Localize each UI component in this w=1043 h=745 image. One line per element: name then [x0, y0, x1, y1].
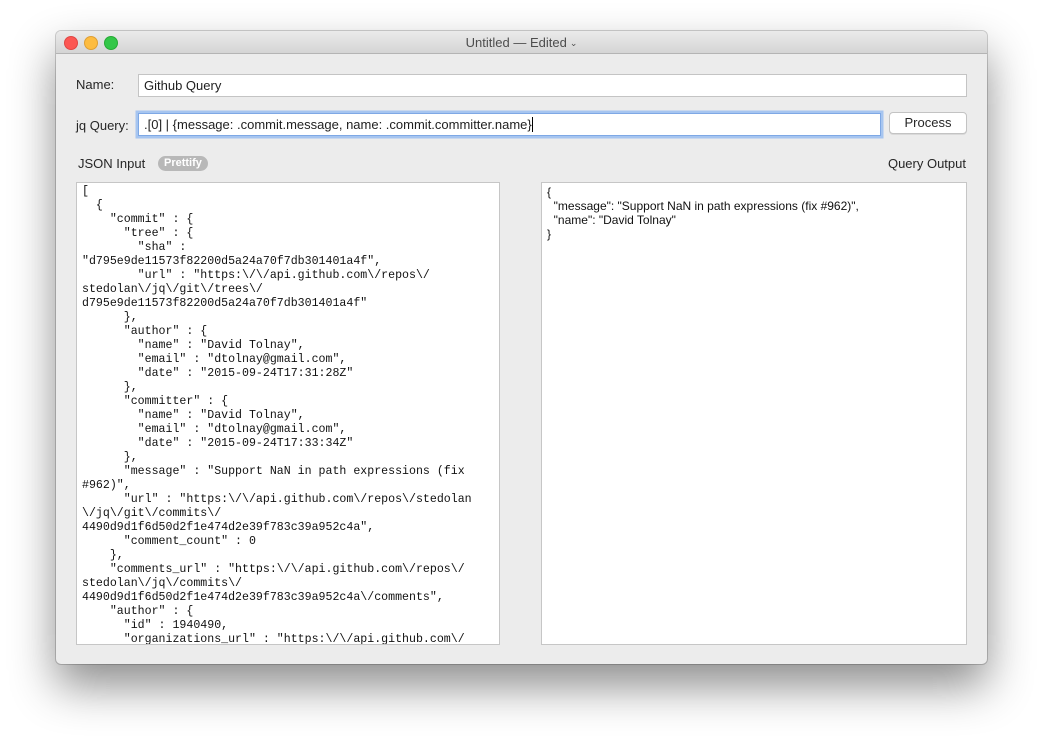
json-input-line: 4490d9d1f6d50d2f1e474d2e39f783c39a952c4a… [82, 591, 444, 604]
json-input-line: "d795e9de11573f82200d5a24a70f7db301401a4… [82, 255, 382, 268]
query-output-view[interactable]: { "message": "Support NaN in path expres… [541, 182, 967, 645]
json-input-line: "email" : "dtolnay@gmail.com", [82, 423, 347, 436]
json-input-line: "url" : "https:\/\/api.github.com\/repos… [82, 269, 430, 282]
query-output-line: "message": "Support NaN in path expressi… [547, 199, 859, 213]
json-input-line: "email" : "dtolnay@gmail.com", [82, 353, 347, 366]
json-input-line: d795e9de11573f82200d5a24a70f7db301401a4f… [82, 297, 368, 310]
json-input-line: "comments_url" : "https:\/\/api.github.c… [82, 563, 465, 576]
json-input-line: "tree" : { [82, 227, 194, 240]
json-input-editor[interactable]: [ { "commit" : { "tree" : { "sha" : "d795… [76, 182, 500, 645]
json-input-line: "message" : "Support NaN in path express… [82, 465, 465, 478]
json-input-label: JSON Input [78, 156, 146, 171]
jq-query-label: jq Query: [76, 118, 129, 133]
json-input-line: }, [82, 549, 124, 562]
chevron-down-icon[interactable]: ⌄ [570, 38, 578, 48]
title-bar[interactable]: Untitled — Edited ⌄ [56, 31, 987, 54]
text-caret [531, 117, 533, 132]
json-input-line: "date" : "2015-09-24T17:33:34Z" [82, 437, 354, 450]
title-separator: — [513, 35, 527, 50]
json-input-line: }, [82, 451, 138, 464]
json-input-line: stedolan\/jq\/git\/trees\/ [82, 283, 263, 296]
json-input-line: "date" : "2015-09-24T17:31:28Z" [82, 367, 354, 380]
name-field[interactable]: Github Query [138, 74, 967, 97]
query-output-text: { "message": "Support NaN in path expres… [542, 183, 966, 243]
json-input-line: "name" : "David Tolnay", [82, 409, 305, 422]
json-input-line: "id" : 1940490, [82, 619, 229, 632]
json-input-line: "url" : "https:\/\/api.github.com\/repos… [82, 493, 472, 506]
json-input-line: "comment_count" : 0 [82, 535, 256, 548]
query-output-line: { [547, 185, 552, 199]
query-output-label: Query Output [887, 156, 966, 171]
json-input-text: [ { "commit" : { "tree" : { "sha" : "d795… [77, 183, 499, 645]
json-input-line: "commit" : { [82, 213, 194, 226]
query-output-line: } [547, 227, 552, 241]
json-input-line: "author" : { [82, 325, 208, 338]
prettify-button[interactable]: Prettify [158, 156, 208, 171]
json-input-line: [ [82, 185, 89, 198]
window-title[interactable]: Untitled — Edited ⌄ [56, 35, 987, 50]
process-button[interactable]: Process [889, 112, 967, 134]
jq-query-field[interactable]: .[0] | {message: .commit.message, name: … [138, 113, 881, 136]
json-input-line: 4490d9d1f6d50d2f1e474d2e39f783c39a952c4a… [82, 521, 375, 534]
json-input-line: }, [82, 381, 138, 394]
json-input-line: #962)", [82, 479, 131, 492]
name-label: Name: [76, 77, 115, 92]
json-input-line: "author" : { [82, 605, 194, 618]
json-input-line: "organizations_url" : "https:\/\/api.git… [82, 633, 465, 645]
json-input-line: \/jq\/git\/commits\/ [82, 507, 222, 520]
json-input-line: { [82, 199, 103, 212]
json-input-line: "name" : "David Tolnay", [82, 339, 305, 352]
json-input-line: "committer" : { [82, 395, 229, 408]
app-window: Untitled — Edited ⌄ Name: Github Query jq… [56, 31, 987, 664]
query-output-line: "name": "David Tolnay" [547, 213, 676, 227]
document-name: Untitled [465, 35, 510, 50]
jq-query-value: .[0] | {message: .commit.message, name: … [144, 117, 532, 132]
json-input-line: }, [82, 311, 138, 324]
json-input-line: "sha" : [82, 241, 187, 254]
document-status: Edited [529, 35, 567, 50]
json-input-line: stedolan\/jq\/commits\/ [82, 577, 243, 590]
